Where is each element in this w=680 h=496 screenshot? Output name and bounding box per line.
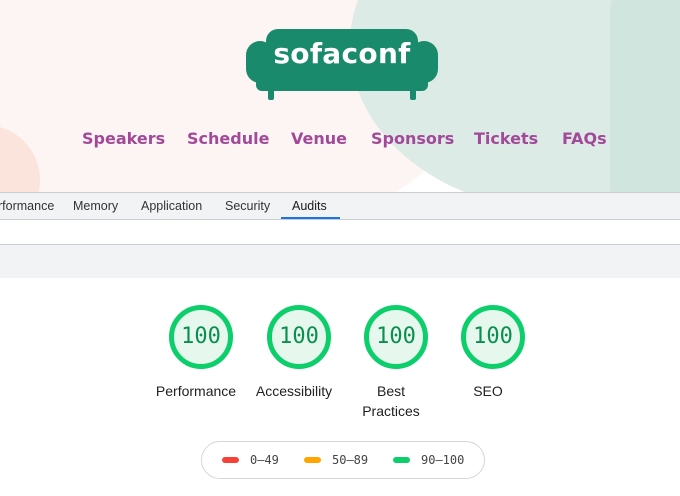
gauge-label: Accessibility xyxy=(255,383,333,399)
score-value: 100 xyxy=(279,324,319,349)
gauge-label: SEO xyxy=(473,383,503,399)
green-swatch xyxy=(393,457,410,463)
tab-security[interactable]: Security xyxy=(225,199,270,213)
gauge-label: Performance xyxy=(155,383,237,399)
nav-link-sponsors[interactable]: Sponsors xyxy=(371,129,454,148)
legend-range: 90–100 xyxy=(421,453,465,467)
tab-application[interactable]: Application xyxy=(141,199,202,213)
nav-link-speakers[interactable]: Speakers xyxy=(82,129,165,148)
gauge-label: Best Practices xyxy=(362,383,420,419)
site-header: sofaconf Speakers Schedule Venue Sponsor… xyxy=(0,0,680,192)
nav-link-venue[interactable]: Venue xyxy=(291,129,347,148)
score-legend: 0–49 50–89 90–100 xyxy=(201,441,485,479)
tab-performance[interactable]: rformance xyxy=(0,199,54,213)
score-value: 100 xyxy=(376,324,416,349)
active-tab-indicator xyxy=(281,217,340,219)
score-value: 100 xyxy=(473,324,513,349)
red-swatch xyxy=(222,457,239,463)
background-shape xyxy=(610,0,680,192)
nav-link-tickets[interactable]: Tickets xyxy=(474,129,538,148)
tab-audits[interactable]: Audits xyxy=(292,199,327,213)
tab-memory[interactable]: Memory xyxy=(73,199,118,213)
audit-report: 100 Performance 100 Accessibility 100 Be… xyxy=(0,278,680,496)
devtools-toolbar xyxy=(0,220,680,245)
legend-range: 50–89 xyxy=(332,453,369,467)
nav-link-faqs[interactable]: FAQs xyxy=(562,129,607,148)
nav-link-schedule[interactable]: Schedule xyxy=(187,129,269,148)
sofaconf-logo[interactable]: sofaconf xyxy=(246,27,438,101)
gauge-seo[interactable]: 100 SEO xyxy=(436,305,556,435)
devtools-panel: rformance Memory Application Security Au… xyxy=(0,192,680,279)
devtools-tabbar: rformance Memory Application Security Au… xyxy=(0,192,680,220)
site-nav: Speakers Schedule Venue Sponsors Tickets… xyxy=(0,129,680,153)
score-value: 100 xyxy=(181,324,221,349)
logo-text: sofaconf xyxy=(273,37,411,70)
devtools-subbar xyxy=(0,245,680,279)
orange-swatch xyxy=(304,457,321,463)
legend-range: 0–49 xyxy=(250,453,279,467)
